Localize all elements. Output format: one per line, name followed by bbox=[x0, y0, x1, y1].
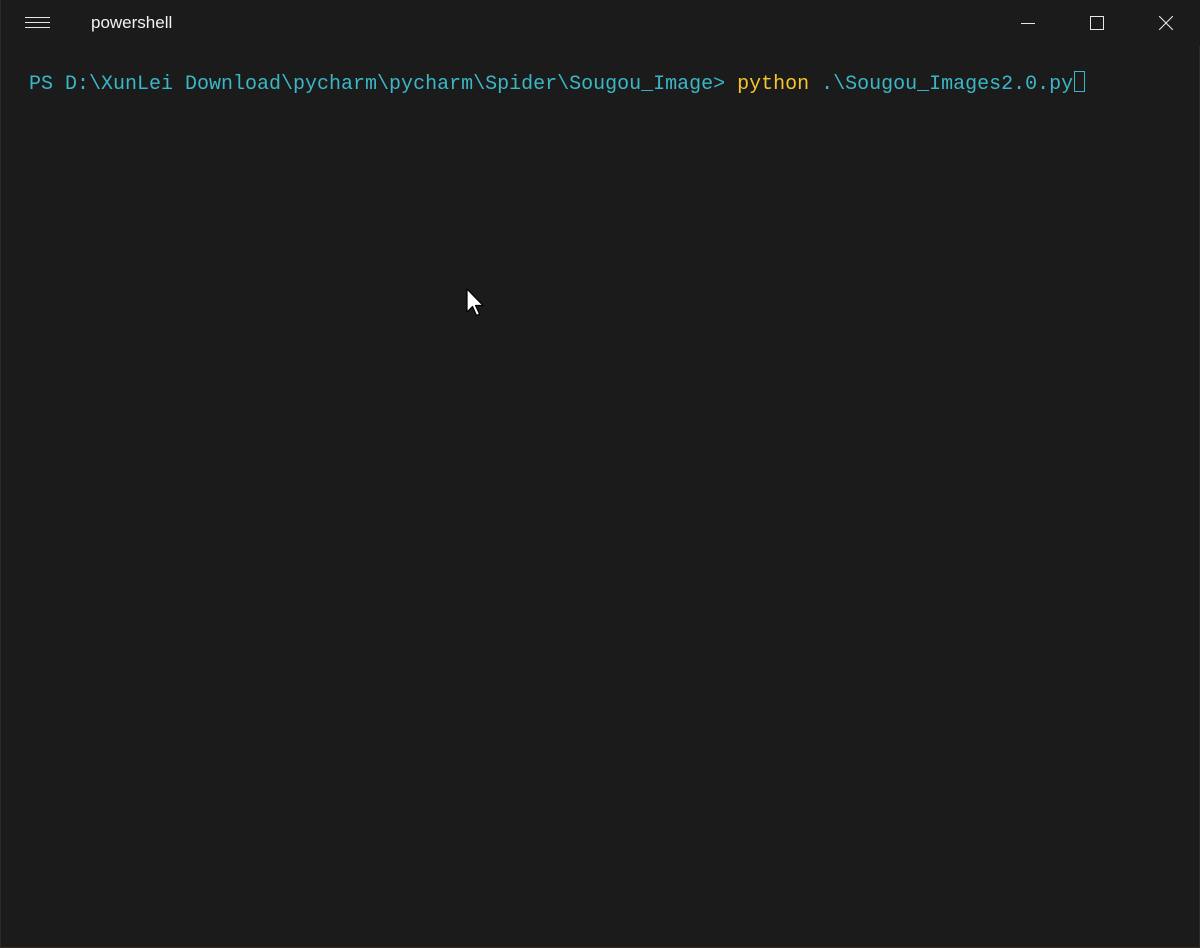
text-cursor bbox=[1074, 71, 1086, 92]
prompt-text: PS D:\XunLei Download\pycharm\pycharm\Sp… bbox=[29, 73, 738, 96]
close-icon bbox=[1159, 16, 1173, 30]
maximize-icon bbox=[1090, 16, 1104, 30]
command-argument: .\Sougou_Images2.0.py bbox=[809, 73, 1074, 96]
maximize-button[interactable] bbox=[1063, 0, 1131, 46]
window-title: powershell bbox=[91, 13, 173, 32]
command-line[interactable]: PS D:\XunLei Download\pycharm\pycharm\Sp… bbox=[29, 71, 1086, 97]
mouse-pointer-icon bbox=[466, 288, 484, 317]
minimize-button[interactable] bbox=[994, 0, 1062, 46]
command-text: python bbox=[737, 73, 810, 96]
minimize-icon bbox=[1021, 23, 1035, 24]
title-bar[interactable]: powershell bbox=[1, 0, 1200, 46]
close-button[interactable] bbox=[1132, 0, 1200, 46]
terminal-output[interactable]: PS D:\XunLei Download\pycharm\pycharm\Sp… bbox=[1, 46, 1199, 946]
hamburger-menu-icon[interactable] bbox=[15, 6, 59, 40]
terminal-window: powershell PS D:\XunLei Download\pycharm… bbox=[0, 0, 1200, 948]
